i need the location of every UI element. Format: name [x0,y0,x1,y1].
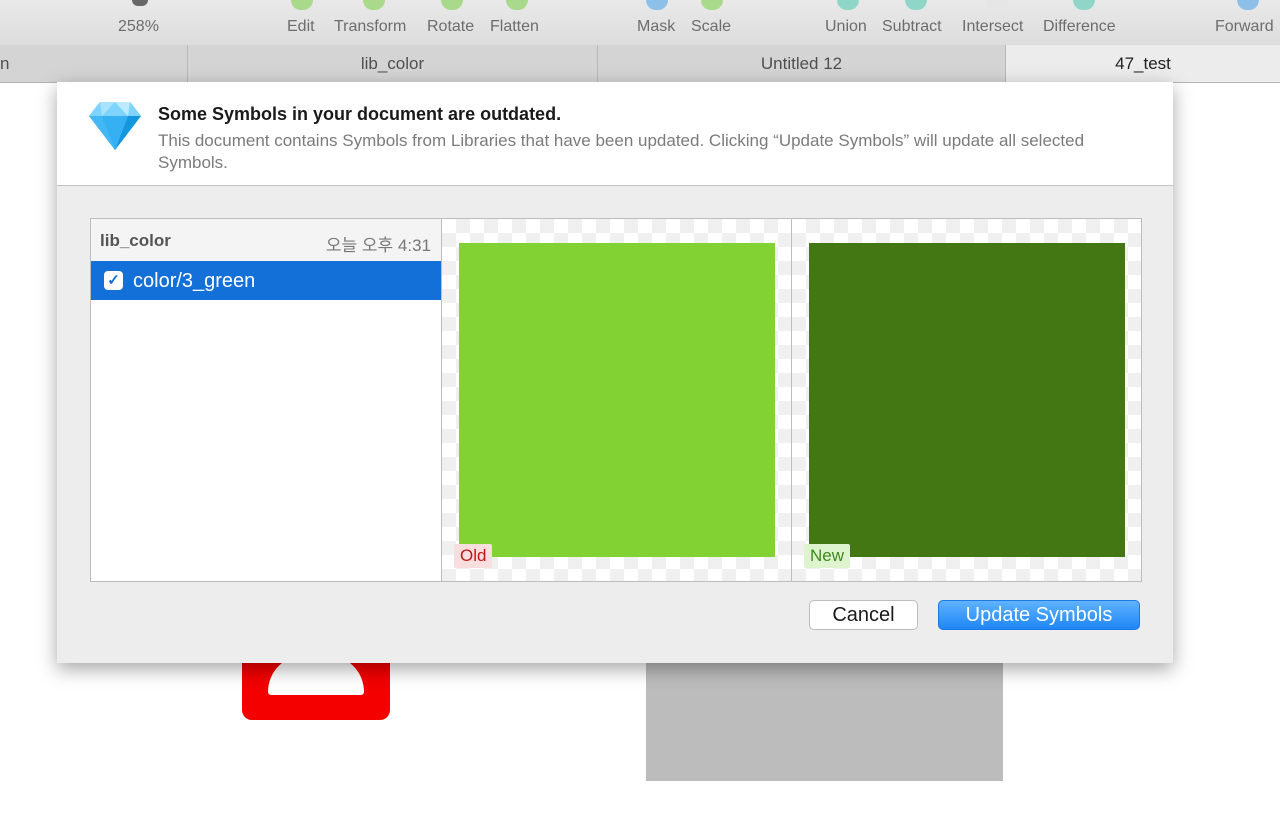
forward-label: Forward [1215,18,1274,35]
mask-button[interactable]: Mask [637,0,677,45]
intersect-label: Intersect [962,18,1024,35]
dialog-message: This document contains Symbols from Libr… [158,131,1085,172]
intersect-icon [986,0,1008,10]
flatten-label: Flatten [490,18,539,35]
old-color-swatch [459,243,775,557]
intersect-button[interactable]: Intersect [962,0,1032,45]
rotate-icon [441,0,463,10]
scale-label: Scale [691,18,732,35]
edit-icon [291,0,313,10]
tab-label: n [0,53,10,73]
flatten-button[interactable]: Flatten [490,0,544,45]
forward-button[interactable]: Forward [1215,0,1280,45]
flatten-icon [506,0,528,10]
dialog-title: Some Symbols in your document are outdat… [158,104,562,124]
rotate-button[interactable]: Rotate [427,0,477,45]
library-header: lib_color 오늘 오후 4:31 [91,219,441,261]
difference-label: Difference [1043,18,1116,35]
cancel-button[interactable]: Cancel [809,600,918,630]
tab-label: 47_test [1115,53,1171,73]
transform-button[interactable]: Transform [334,0,414,45]
toolbar: 258% Edit Transform Rotate Flatten Mask … [0,0,1280,46]
edit-label: Edit [287,18,315,35]
symbol-list: lib_color 오늘 오후 4:31 ✓ color/3_green [91,219,442,581]
subtract-button[interactable]: Subtract [882,0,950,45]
union-label: Union [825,18,867,35]
new-badge: New [804,544,851,568]
union-icon [837,0,859,10]
transform-icon [363,0,385,10]
document-tab-bar: n lib_color Untitled 12 47_test [0,45,1280,83]
tab-untitled-12[interactable]: Untitled 12 [598,45,1006,82]
transform-label: Transform [334,18,407,35]
tab-previous[interactable]: n [0,45,188,82]
update-symbols-button[interactable]: Update Symbols [938,600,1140,630]
scale-icon [701,0,723,10]
union-button[interactable]: Union [825,0,871,45]
symbol-comparison-panel: lib_color 오늘 오후 4:31 ✓ color/3_green Old… [90,218,1142,582]
dialog-header: Some Symbols in your document are outdat… [57,82,1173,186]
tab-47-test[interactable]: 47_test [1006,45,1280,82]
library-updated-date: 오늘 오후 4:31 [325,236,431,255]
zoom-tool[interactable]: 258% [118,0,162,45]
tab-label: lib_color [360,53,425,73]
subtract-label: Subtract [882,18,942,35]
symbol-name: color/3_green [133,270,256,292]
scale-button[interactable]: Scale [691,0,733,45]
difference-icon [1073,0,1095,10]
library-name: lib_color [100,231,171,250]
old-symbol-preview: Old [442,219,792,581]
difference-button[interactable]: Difference [1043,0,1125,45]
symbol-checkbox[interactable]: ✓ [104,271,123,290]
new-symbol-preview: New [792,219,1141,581]
forward-icon [1236,0,1259,10]
subtract-icon [905,0,927,10]
mask-icon [646,0,668,10]
old-badge: Old [454,544,493,568]
zoom-label: 258% [118,18,159,35]
tab-lib-color[interactable]: lib_color [188,45,598,82]
sketch-diamond-icon [89,102,141,150]
list-item[interactable]: ✓ color/3_green [91,261,441,300]
update-symbols-dialog: Some Symbols in your document are outdat… [57,82,1173,663]
rotate-label: Rotate [427,18,475,35]
mask-label: Mask [637,18,676,35]
edit-button[interactable]: Edit [287,0,317,45]
tab-label: Untitled 12 [760,53,843,73]
new-color-swatch [809,243,1125,557]
magnifier-icon [132,0,148,6]
